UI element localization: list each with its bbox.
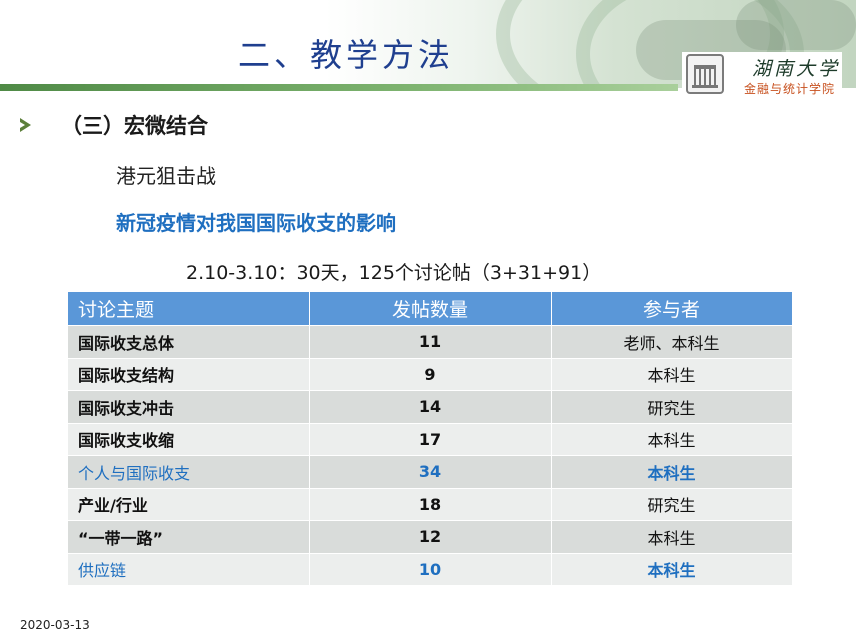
cell-count: 14 xyxy=(309,390,552,423)
cell-participants: 本科生 xyxy=(551,357,793,391)
table-row: 国际收支总体 11 老师、本科生 xyxy=(68,325,793,358)
cell-count: 34 xyxy=(309,455,552,488)
header-rule xyxy=(0,84,678,91)
cell-participants: 研究生 xyxy=(551,390,793,423)
cell-count: 11 xyxy=(309,325,552,358)
cell-participants: 研究生 xyxy=(551,487,793,521)
cell-topic: 个人与国际收支 xyxy=(68,455,310,488)
sub-topic: 港元狙击战 xyxy=(116,164,216,188)
period-summary: 2.10-3.10：30天，125个讨论帖（3+31+91） xyxy=(186,262,602,284)
cell-participants: 本科生 xyxy=(551,520,793,553)
slide-title: 二、教学方法 xyxy=(238,36,455,74)
table-row: 国际收支收缩 17 本科生 xyxy=(68,422,793,456)
school-name: 金融与统计学院 xyxy=(744,82,836,96)
cell-topic: 国际收支收缩 xyxy=(68,422,310,456)
header-topic: 讨论主题 xyxy=(68,292,310,326)
university-seal-icon xyxy=(686,54,724,94)
cell-count: 10 xyxy=(309,552,552,585)
cell-topic: 产业/行业 xyxy=(68,487,310,521)
cell-topic: 国际收支结构 xyxy=(68,357,310,391)
cell-topic: 供应链 xyxy=(68,552,310,585)
cell-topic: 国际收支冲击 xyxy=(68,390,310,423)
cell-participants: 本科生 xyxy=(551,455,793,488)
cell-count: 9 xyxy=(309,357,552,391)
table-row: 国际收支冲击 14 研究生 xyxy=(68,390,793,423)
discussion-table: 讨论主题 发帖数量 参与者 国际收支总体 11 老师、本科生 国际收支结构 9 本科生 国际… xyxy=(68,292,793,585)
cell-topic: “一带一路” xyxy=(68,520,310,553)
table-row: 产业/行业 18 研究生 xyxy=(68,487,793,521)
cell-participants: 本科生 xyxy=(551,422,793,456)
header-participants: 参与者 xyxy=(551,292,793,326)
arrow-bullet-icon xyxy=(20,118,31,132)
cell-count: 18 xyxy=(309,487,552,521)
table-row: 个人与国际收支 34 本科生 xyxy=(68,455,793,488)
highlight-topic: 新冠疫情对我国国际收支的影响 xyxy=(116,211,396,235)
section-bullet: （三）宏微结合 xyxy=(20,110,208,140)
cell-count: 17 xyxy=(309,422,552,456)
footer-date: 2020-03-13 xyxy=(20,618,90,632)
cell-participants: 老师、本科生 xyxy=(551,325,793,358)
university-name: 湖南大学 xyxy=(752,58,841,80)
cell-topic: 国际收支总体 xyxy=(68,325,310,358)
section-heading: （三）宏微结合 xyxy=(61,114,208,138)
table-row: “一带一路” 12 本科生 xyxy=(68,520,793,553)
table-row: 国际收支结构 9 本科生 xyxy=(68,357,793,391)
header-count: 发帖数量 xyxy=(309,292,552,326)
cell-count: 12 xyxy=(309,520,552,553)
university-logo: 湖南大学 金融与统计学院 xyxy=(682,52,842,98)
table-header-row: 讨论主题 发帖数量 参与者 xyxy=(68,292,793,326)
table-row: 供应链 10 本科生 xyxy=(68,552,793,585)
cell-participants: 本科生 xyxy=(551,552,793,585)
